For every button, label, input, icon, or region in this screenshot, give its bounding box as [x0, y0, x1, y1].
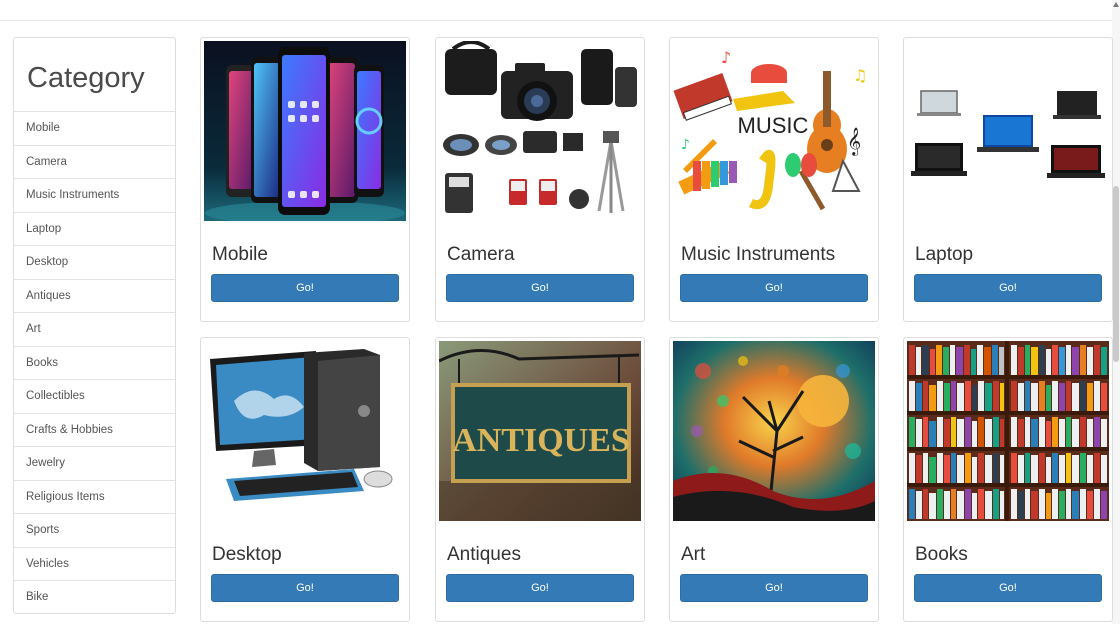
category-sidebar: Category Mobile Camera Music Instruments…	[13, 37, 176, 614]
svg-text:♪: ♪	[681, 137, 690, 153]
go-button-antiques[interactable]: Go!	[446, 574, 634, 602]
sidebar-item-mobile[interactable]: Mobile	[14, 112, 175, 146]
card-title: Music Instruments	[681, 244, 836, 265]
scroll-thumb[interactable]	[1113, 186, 1119, 362]
go-button-desktop[interactable]: Go!	[211, 574, 399, 602]
category-card-laptop: Laptop Go!	[903, 37, 1113, 322]
sidebar-item-antiques[interactable]: Antiques	[14, 280, 175, 313]
go-button-art[interactable]: Go!	[680, 574, 868, 602]
sidebar-item-vehicles[interactable]: Vehicles	[14, 548, 175, 581]
go-button-books[interactable]: Go!	[914, 574, 1102, 602]
sidebar-item-crafts-hobbies[interactable]: Crafts & Hobbies	[14, 414, 175, 447]
sidebar-item-music-instruments[interactable]: Music Instruments	[14, 179, 175, 213]
sidebar-item-religious-items[interactable]: Religious Items	[14, 481, 175, 514]
books-image[interactable]	[907, 341, 1109, 521]
category-card-art: Art Go!	[669, 337, 879, 622]
sidebar-item-bike[interactable]: Bike	[14, 581, 175, 615]
desktop-image[interactable]	[204, 341, 406, 521]
go-button-music-instruments[interactable]: Go!	[680, 274, 868, 302]
camera-image[interactable]	[439, 41, 641, 221]
category-card-camera: Camera Go!	[435, 37, 645, 322]
go-button-camera[interactable]: Go!	[446, 274, 634, 302]
svg-text:𝄞: 𝄞	[847, 127, 861, 156]
antiques-image[interactable]: ANTIQUES	[439, 341, 641, 521]
sidebar-item-art[interactable]: Art	[14, 313, 175, 347]
sidebar-item-camera[interactable]: Camera	[14, 146, 175, 179]
category-card-antiques: ANTIQUES Antiques Go!	[435, 337, 645, 622]
card-title: Camera	[447, 244, 515, 265]
card-title: Art	[681, 544, 706, 565]
music-image-text: MUSIC	[738, 113, 809, 138]
page-scrollbar[interactable]	[1112, 0, 1120, 624]
category-card-desktop: Desktop Go!	[200, 337, 410, 622]
music-instruments-image[interactable]: MUSIC ♪ ♫ ♪ 𝄞	[673, 41, 875, 221]
svg-text:♪: ♪	[721, 48, 731, 67]
sidebar-item-desktop[interactable]: Desktop	[14, 246, 175, 280]
sidebar-item-books[interactable]: Books	[14, 347, 175, 380]
card-title: Laptop	[915, 244, 974, 265]
go-button-laptop[interactable]: Go!	[914, 274, 1102, 302]
card-title: Mobile	[212, 244, 268, 265]
sidebar-title: Category	[14, 38, 175, 112]
sidebar-item-laptop[interactable]: Laptop	[14, 213, 175, 246]
mobile-image[interactable]	[204, 41, 406, 221]
go-button-mobile[interactable]: Go!	[211, 274, 399, 302]
card-title: Books	[915, 544, 968, 565]
top-navbar	[0, 0, 1112, 21]
sidebar-item-jewelry[interactable]: Jewelry	[14, 447, 175, 481]
card-title: Antiques	[447, 544, 521, 565]
scroll-up-arrow-icon[interactable]	[1113, 2, 1119, 7]
antiques-image-text: ANTIQUES	[452, 422, 630, 459]
category-card-music-instruments: MUSIC ♪ ♫ ♪ 𝄞 Music Instruments Go!	[669, 37, 879, 322]
sidebar-item-sports[interactable]: Sports	[14, 514, 175, 548]
card-title: Desktop	[212, 544, 282, 565]
svg-text:♫: ♫	[853, 66, 867, 85]
category-card-books: Books Go!	[903, 337, 1113, 622]
category-card-mobile: Mobile Go!	[200, 37, 410, 322]
category-list: Mobile Camera Music Instruments Laptop D…	[14, 112, 175, 615]
laptop-image[interactable]	[907, 41, 1109, 221]
art-image[interactable]	[673, 341, 875, 521]
sidebar-item-collectibles[interactable]: Collectibles	[14, 380, 175, 414]
